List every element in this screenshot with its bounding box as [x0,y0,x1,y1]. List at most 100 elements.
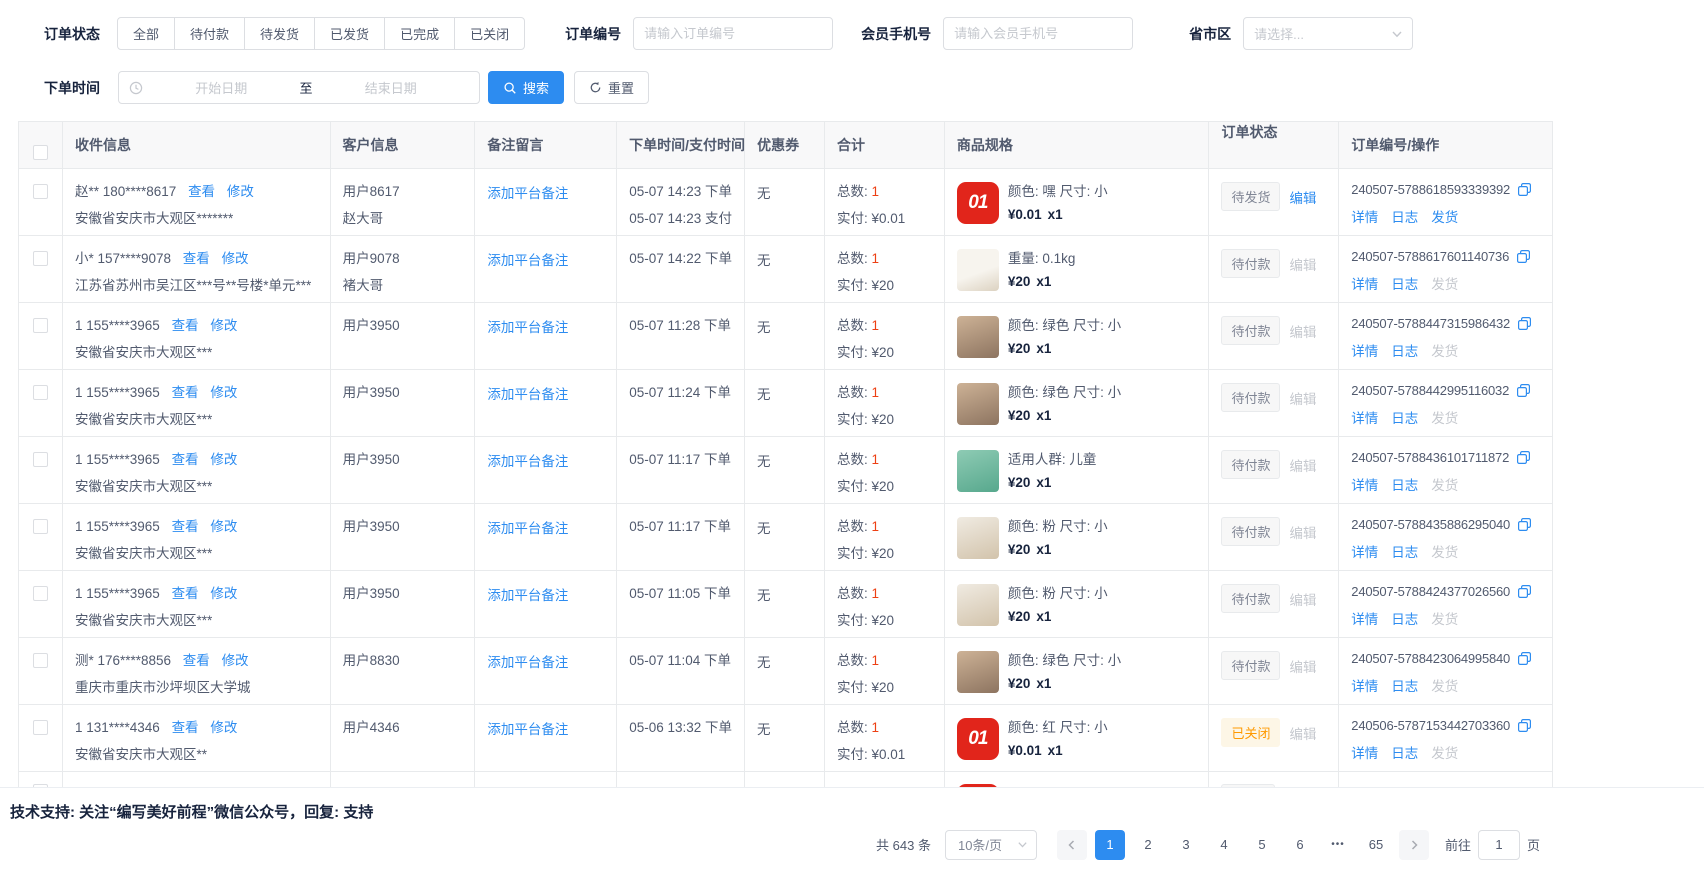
reset-button[interactable]: 重置 [574,71,649,104]
view-address-link[interactable]: 查看 [183,251,210,266]
row-checkbox[interactable] [33,586,48,601]
modify-address-link[interactable]: 修改 [222,251,249,266]
detail-link[interactable]: 详情 [1351,340,1378,360]
jump-to-page-input[interactable] [1478,830,1520,860]
row-checkbox[interactable] [33,653,48,668]
add-platform-note-link[interactable]: 添加平台备注 [487,588,568,603]
page-ellipsis[interactable]: ••• [1323,830,1353,860]
page-button-6[interactable]: 6 [1285,830,1315,860]
view-address-link[interactable]: 查看 [172,720,199,735]
edit-status-link[interactable]: 编辑 [1289,187,1316,207]
add-platform-note-link[interactable]: 添加平台备注 [487,521,568,536]
next-page-button[interactable] [1399,830,1429,860]
page-button-65[interactable]: 65 [1361,830,1391,860]
detail-link[interactable]: 详情 [1351,541,1378,561]
modify-address-link[interactable]: 修改 [210,519,237,534]
detail-link[interactable]: 详情 [1351,742,1378,762]
ship-link[interactable]: 发货 [1431,675,1458,695]
ship-link[interactable]: 发货 [1431,541,1458,561]
page-button-1[interactable]: 1 [1095,830,1125,860]
modify-address-link[interactable]: 修改 [210,586,237,601]
log-link[interactable]: 日志 [1391,340,1418,360]
status-tab-pending-ship[interactable]: 待发货 [244,17,315,50]
ship-link[interactable]: 发货 [1431,742,1458,762]
ship-link[interactable]: 发货 [1431,340,1458,360]
edit-status-link[interactable]: 编辑 [1289,254,1316,274]
date-start-placeholder[interactable]: 开始日期 [143,78,300,97]
view-address-link[interactable]: 查看 [172,452,199,467]
page-button-5[interactable]: 5 [1247,830,1277,860]
row-checkbox[interactable] [33,385,48,400]
status-tab-closed[interactable]: 已关闭 [454,17,525,50]
modify-address-link[interactable]: 修改 [222,653,249,668]
ship-link[interactable]: 发货 [1431,206,1458,226]
detail-link[interactable]: 详情 [1351,273,1378,293]
order-no-input[interactable] [633,17,833,50]
select-all-checkbox[interactable] [33,145,48,160]
view-address-link[interactable]: 查看 [172,385,199,400]
page-size-select[interactable]: 10条/页 [945,830,1037,860]
add-platform-note-link[interactable]: 添加平台备注 [487,454,568,469]
copy-icon[interactable] [1516,450,1531,465]
search-button[interactable]: 搜索 [488,71,564,104]
date-range-picker[interactable]: 开始日期 至 结束日期 [118,71,480,104]
add-platform-note-link[interactable]: 添加平台备注 [487,253,568,268]
detail-link[interactable]: 详情 [1351,675,1378,695]
detail-link[interactable]: 详情 [1351,608,1378,628]
detail-link[interactable]: 详情 [1351,474,1378,494]
edit-status-link[interactable]: 编辑 [1289,522,1316,542]
page-button-2[interactable]: 2 [1133,830,1163,860]
edit-status-link[interactable]: 编辑 [1289,388,1316,408]
copy-icon[interactable] [1517,718,1532,733]
view-address-link[interactable]: 查看 [172,519,199,534]
status-tab-shipped[interactable]: 已发货 [314,17,385,50]
ship-link[interactable]: 发货 [1431,407,1458,427]
log-link[interactable]: 日志 [1391,675,1418,695]
add-platform-note-link[interactable]: 添加平台备注 [487,320,568,335]
prev-page-button[interactable] [1057,830,1087,860]
ship-link[interactable]: 发货 [1431,273,1458,293]
edit-status-link[interactable]: 编辑 [1289,589,1316,609]
view-address-link[interactable]: 查看 [172,586,199,601]
copy-icon[interactable] [1517,651,1532,666]
date-end-placeholder[interactable]: 结束日期 [313,78,470,97]
log-link[interactable]: 日志 [1391,608,1418,628]
add-platform-note-link[interactable]: 添加平台备注 [487,186,568,201]
edit-status-link[interactable]: 编辑 [1289,656,1316,676]
add-platform-note-link[interactable]: 添加平台备注 [487,655,568,670]
row-checkbox[interactable] [33,184,48,199]
detail-link[interactable]: 详情 [1351,407,1378,427]
row-checkbox[interactable] [33,452,48,467]
add-platform-note-link[interactable]: 添加平台备注 [487,387,568,402]
view-address-link[interactable]: 查看 [183,653,210,668]
log-link[interactable]: 日志 [1391,273,1418,293]
log-link[interactable]: 日志 [1391,474,1418,494]
row-checkbox[interactable] [33,519,48,534]
row-checkbox[interactable] [33,251,48,266]
copy-icon[interactable] [1516,383,1531,398]
modify-address-link[interactable]: 修改 [210,452,237,467]
copy-icon[interactable] [1517,517,1532,532]
status-tab-pending-pay[interactable]: 待付款 [174,17,245,50]
row-checkbox[interactable] [33,720,48,735]
modify-address-link[interactable]: 修改 [210,385,237,400]
log-link[interactable]: 日志 [1391,541,1418,561]
row-checkbox[interactable] [33,318,48,333]
view-address-link[interactable]: 查看 [172,318,199,333]
edit-status-link[interactable]: 编辑 [1289,321,1316,341]
edit-status-link[interactable]: 编辑 [1289,723,1316,743]
add-platform-note-link[interactable]: 添加平台备注 [487,722,568,737]
view-address-link[interactable]: 查看 [188,184,215,199]
log-link[interactable]: 日志 [1391,407,1418,427]
page-button-4[interactable]: 4 [1209,830,1239,860]
modify-address-link[interactable]: 修改 [210,318,237,333]
status-tab-completed[interactable]: 已完成 [384,17,455,50]
log-link[interactable]: 日志 [1391,742,1418,762]
log-link[interactable]: 日志 [1391,206,1418,226]
page-button-3[interactable]: 3 [1171,830,1201,860]
ship-link[interactable]: 发货 [1431,474,1458,494]
region-select[interactable]: 请选择... [1243,17,1413,50]
copy-icon[interactable] [1517,584,1532,599]
detail-link[interactable]: 详情 [1351,206,1378,226]
status-tab-all[interactable]: 全部 [117,17,175,50]
